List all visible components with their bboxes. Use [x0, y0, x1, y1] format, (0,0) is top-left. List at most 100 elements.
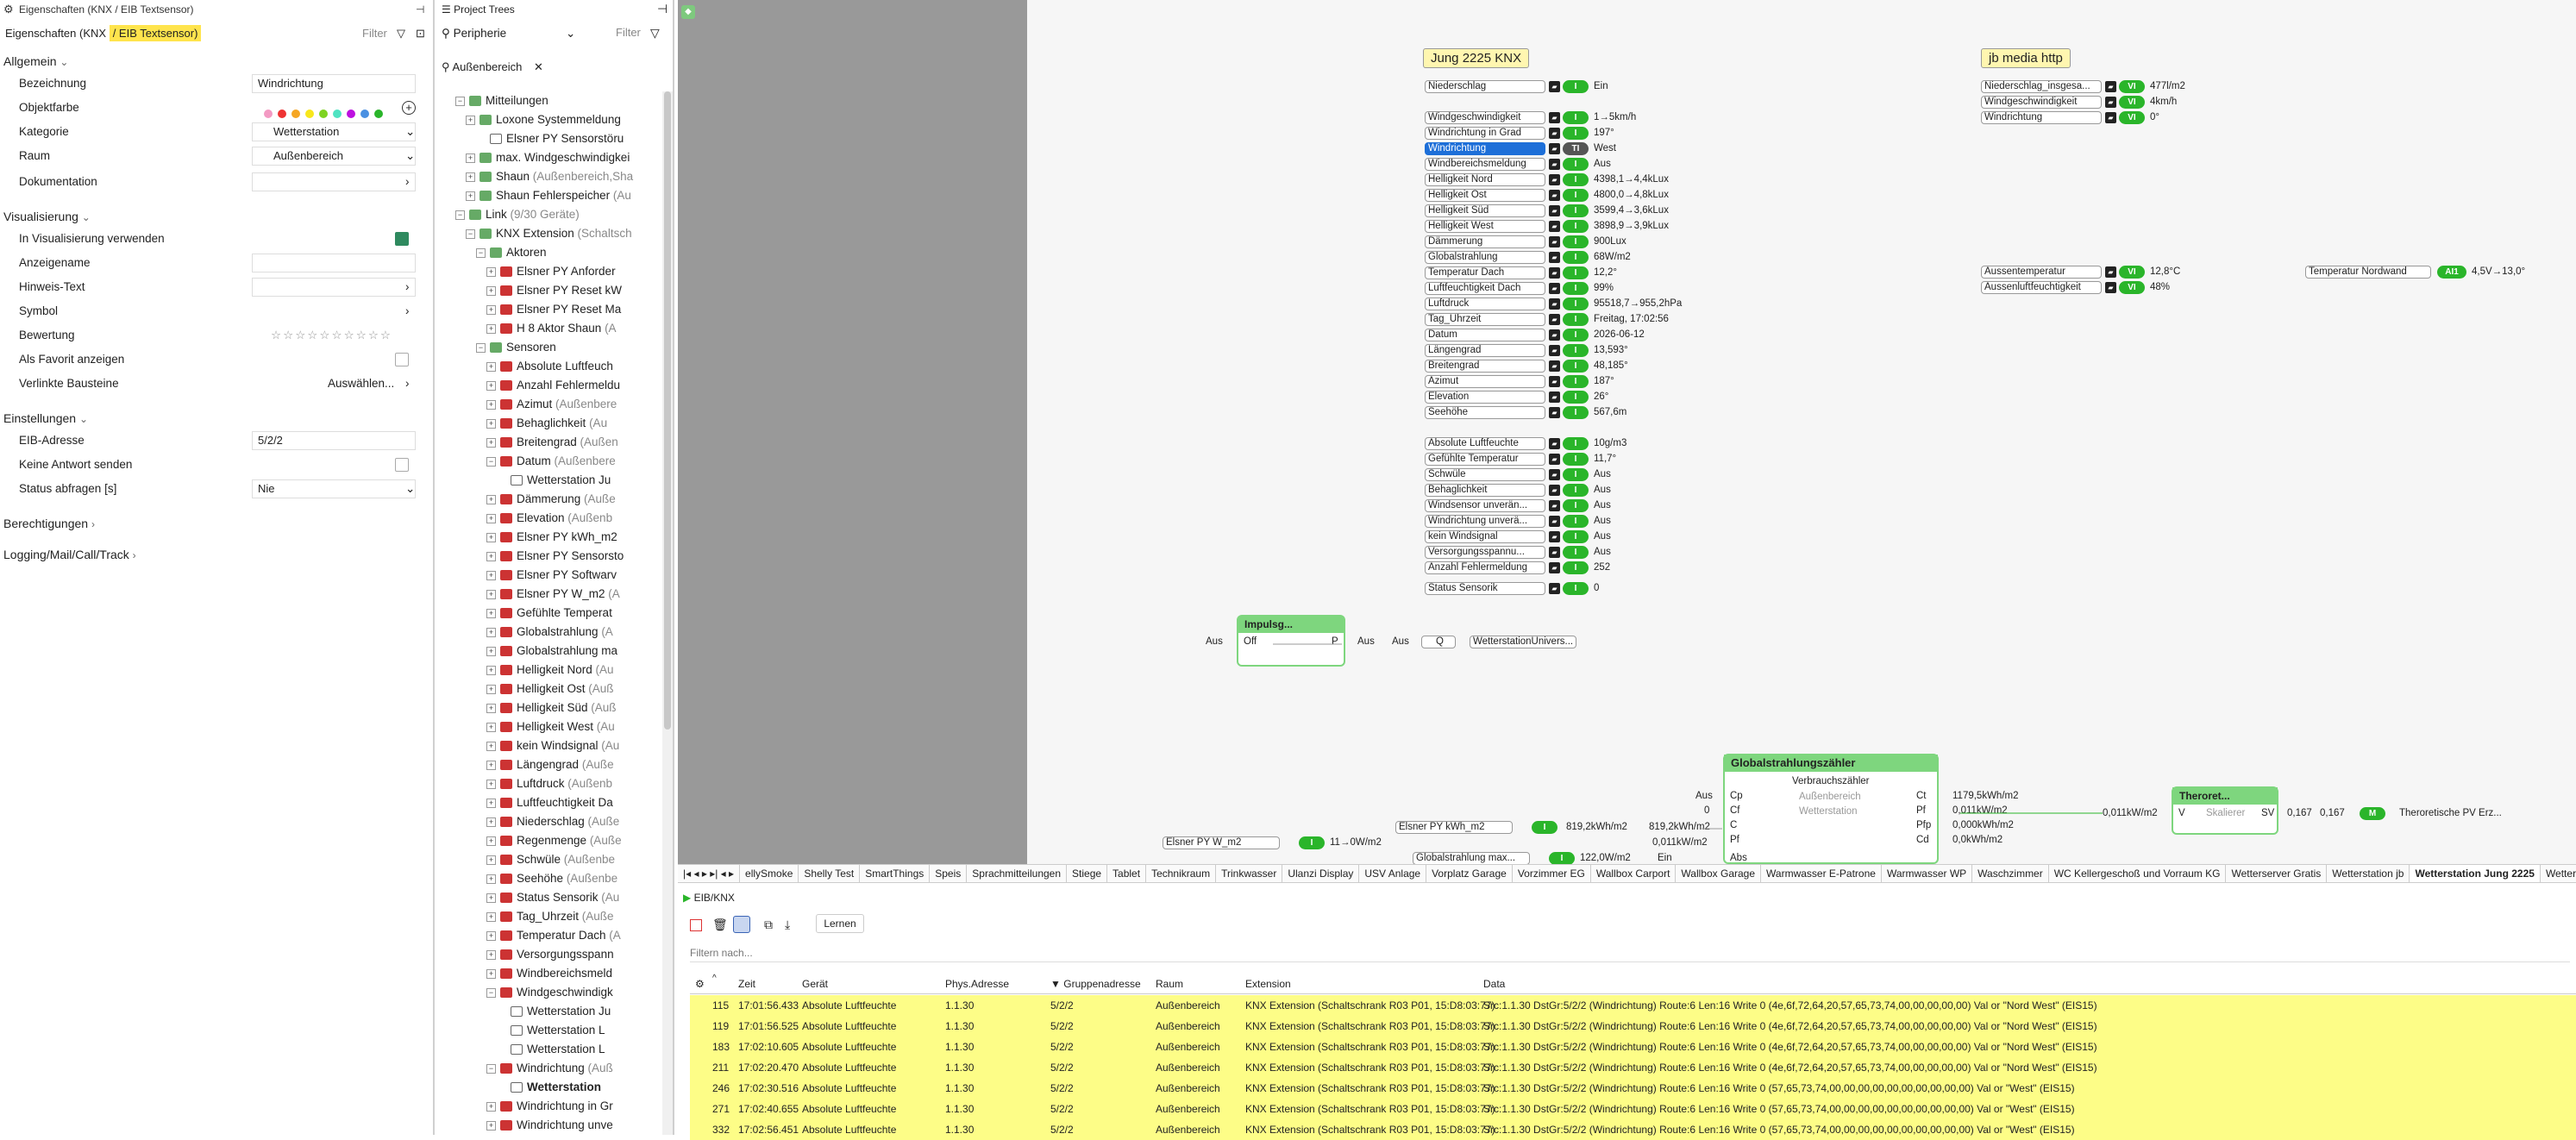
add-color-icon[interactable]: + [402, 101, 416, 115]
tab[interactable]: Warmwasser E-Patrone [1761, 865, 1882, 882]
settings-icon[interactable]: ⚙ [695, 974, 705, 994]
table-row[interactable]: 119 17:01:56.525 Absolute Luftfeuchte 1.1.3… [690, 1016, 2576, 1037]
col-gruppe[interactable]: ▼ Gruppenadresse [1050, 974, 1141, 994]
filter-input[interactable] [690, 943, 2570, 962]
table-row[interactable]: 332 17:02:56.451 Absolute Luftfeuchte 1.1.3… [690, 1119, 2576, 1140]
tree-node[interactable]: + Elsner PY Reset Ma [486, 300, 621, 319]
table-row[interactable]: 115 17:01:56.433 Absolute Luftfeuchte 1.1.3… [690, 995, 2576, 1016]
tab[interactable]: Warmwasser WP [1882, 865, 1973, 882]
expand-icon[interactable]: + [486, 361, 496, 372]
tree-node[interactable]: − Datum (Außenbere [486, 452, 616, 471]
tab[interactable]: Wetterstation Jung 2225 [2410, 865, 2541, 882]
in-vis-checkbox[interactable] [395, 232, 409, 246]
swatch[interactable] [333, 110, 342, 118]
stop-button[interactable] [690, 919, 702, 931]
expand-icon[interactable]: + [486, 684, 496, 694]
expand-icon[interactable]: − [486, 1063, 496, 1074]
expand-icon[interactable]: + [486, 703, 496, 713]
expand-icon[interactable] [497, 1026, 506, 1036]
expand-icon[interactable]: + [486, 949, 496, 960]
tab[interactable]: Speis [930, 865, 968, 882]
expand-icon[interactable] [497, 1045, 506, 1055]
tab-nav[interactable]: |◂ ◂ ▸ ▸| ◂ ▸ [678, 865, 741, 882]
tree-node[interactable]: + Elevation (Außenb [486, 509, 612, 528]
swatch[interactable] [278, 110, 286, 118]
tab[interactable]: Wallbox Carport [1591, 865, 1677, 882]
swatch[interactable] [291, 110, 300, 118]
expand-icon[interactable]: − [455, 210, 465, 220]
tree-node[interactable]: + Globalstrahlung (A [486, 623, 613, 642]
verlinkte-select[interactable]: Auswählen... [328, 373, 394, 395]
tree-node[interactable]: + Elsner PY Sensorsto [486, 547, 624, 566]
col-data[interactable]: Data [1483, 974, 1505, 994]
section-visualisierung[interactable]: Visualisierung ⌄ [3, 205, 91, 228]
chevron-right-icon[interactable]: › [405, 300, 410, 323]
tree-scrollbar[interactable] [662, 91, 673, 1135]
expand-icon[interactable] [497, 1007, 506, 1017]
tree-node[interactable]: + Absolute Luftfeuch [486, 357, 613, 376]
expand-icon[interactable]: + [486, 798, 496, 808]
expand-icon[interactable]: + [486, 323, 496, 334]
bezeichnung-input[interactable]: Windrichtung [252, 74, 416, 93]
tree-node[interactable]: + Elsner PY Reset kW [486, 281, 622, 300]
expand-icon[interactable]: + [486, 513, 496, 523]
expand-icon[interactable]: + [486, 741, 496, 751]
favorit-checkbox[interactable] [395, 353, 409, 366]
expand-icon[interactable]: + [466, 191, 475, 201]
anzeigename-input[interactable] [252, 254, 416, 272]
tree-node[interactable]: + Loxone Systemmeldung [466, 110, 621, 129]
col-zeit[interactable]: Zeit [738, 974, 755, 994]
tree-node[interactable]: + Niederschlag (Auße [486, 812, 619, 831]
expand-icon[interactable] [497, 476, 506, 485]
tree-node[interactable]: + Versorgungsspann [486, 945, 614, 964]
tree-node[interactable]: + Elsner PY Anforder [486, 262, 616, 281]
expand-icon[interactable]: − [486, 987, 496, 998]
logic-canvas[interactable]: ◆ Jung 2225 KNX jb media http Niederschlag… [678, 0, 2576, 865]
tree-node[interactable]: + Helligkeit Süd (Auß [486, 698, 617, 717]
expand-icon[interactable]: + [486, 266, 496, 277]
tree-node[interactable]: + Elsner PY kWh_m2 [486, 528, 617, 547]
hinweis-input[interactable] [252, 278, 416, 297]
expand-icon[interactable]: + [486, 608, 496, 618]
tree-node[interactable]: − Sensoren [476, 338, 556, 357]
table-row[interactable]: 183 17:02:10.605 Absolute Luftfeuchte 1.1.3… [690, 1037, 2576, 1057]
expand-icon[interactable]: + [486, 532, 496, 542]
swatch[interactable] [305, 110, 314, 118]
tree-node[interactable]: + Helligkeit West (Au [486, 717, 615, 736]
expand-icon[interactable]: + [486, 304, 496, 315]
tab[interactable]: USV Anlage [1359, 865, 1427, 882]
section-berechtigungen[interactable]: Berechtigungen › [3, 512, 95, 535]
tree-node[interactable]: + Schwüle (Außenbe [486, 850, 615, 869]
expand-icon[interactable]: + [486, 437, 496, 448]
tree-node[interactable]: Wetterstation Ju [497, 471, 611, 490]
expand-icon[interactable]: − [486, 456, 496, 467]
tree-node[interactable]: + Seehöhe (Außenbe [486, 869, 617, 888]
swatch[interactable] [319, 110, 328, 118]
col-phys[interactable]: Phys.Adresse [945, 974, 1009, 994]
tree-node[interactable]: + Globalstrahlung ma [486, 642, 617, 661]
tree-node[interactable]: + Gefühlte Temperat [486, 604, 612, 623]
expand-icon[interactable]: + [486, 836, 496, 846]
expand-icon[interactable]: + [486, 893, 496, 903]
section-logging[interactable]: Logging/Mail/Call/Track › [3, 543, 136, 566]
expand-icon[interactable]: + [466, 115, 475, 125]
tab[interactable]: Wallbox Garage [1676, 865, 1762, 882]
highlight-button[interactable] [733, 916, 750, 933]
expand-icon[interactable]: + [486, 570, 496, 580]
expand-icon[interactable]: + [486, 285, 496, 296]
expand-icon[interactable]: + [486, 551, 496, 561]
expand-icon[interactable]: + [486, 855, 496, 865]
tab[interactable]: Tablet [1107, 865, 1147, 882]
tree-node[interactable]: + Elsner PY W_m2 (A [486, 585, 620, 604]
section-einstellungen[interactable]: Einstellungen ⌄ [3, 407, 88, 429]
col-raum[interactable]: Raum [1156, 974, 1183, 994]
tab[interactable]: Trinkwasser [1216, 865, 1283, 882]
expand-icon[interactable]: − [455, 96, 465, 106]
tree-node[interactable]: + Shaun Fehlerspeicher (Au [466, 186, 631, 205]
scroll-thumb[interactable] [664, 91, 671, 730]
expand-icon[interactable]: + [486, 968, 496, 979]
raum-select[interactable]: Außenbereich [252, 147, 416, 166]
tree-node[interactable]: + Windbereichsmeld [486, 964, 612, 983]
breadcrumb[interactable]: ⚲ Außenbereich ✕ [442, 57, 543, 78]
tab[interactable]: Sprachmitteilungen [967, 865, 1068, 882]
